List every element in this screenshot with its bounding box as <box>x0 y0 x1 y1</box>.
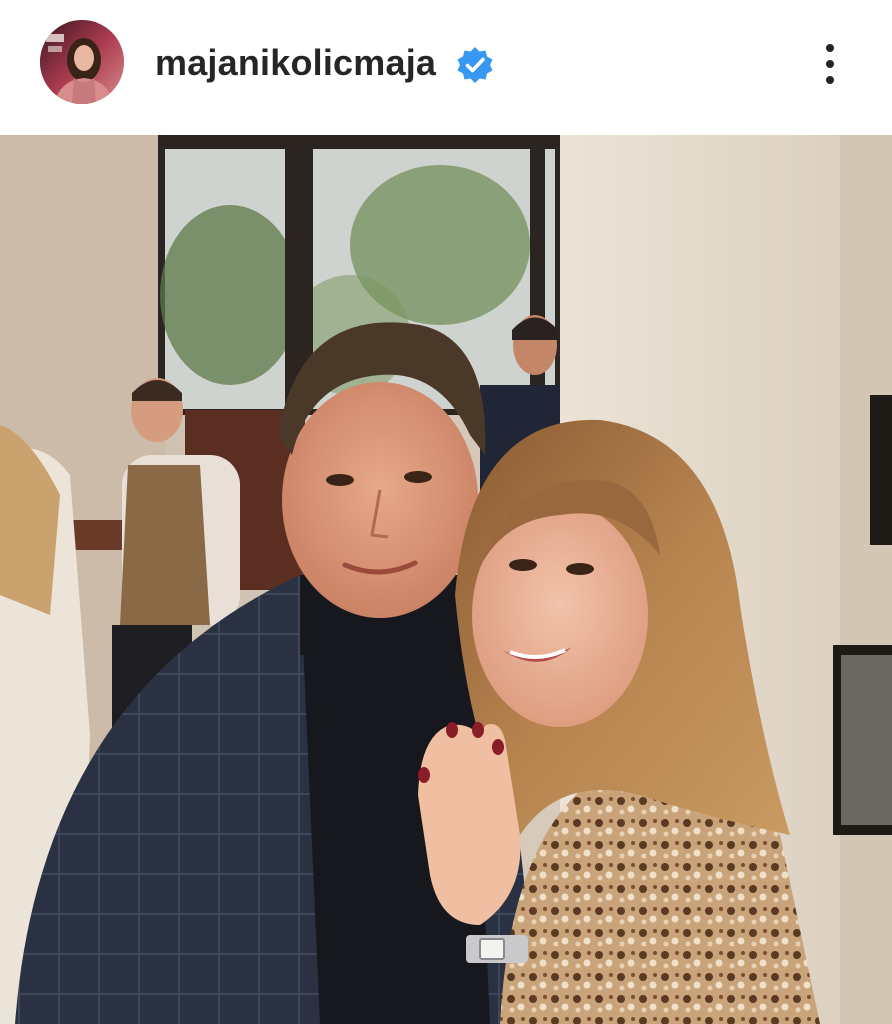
username[interactable]: majanikolicmaja <box>155 42 436 84</box>
avatar[interactable] <box>40 20 124 104</box>
dot-icon <box>826 44 834 52</box>
more-options-button[interactable] <box>808 36 852 92</box>
post-header: majanikolicmaja <box>0 0 892 135</box>
dot-icon <box>826 60 834 68</box>
dot-icon <box>826 76 834 84</box>
post-photo[interactable] <box>0 135 892 1024</box>
verified-badge-icon <box>455 45 495 85</box>
